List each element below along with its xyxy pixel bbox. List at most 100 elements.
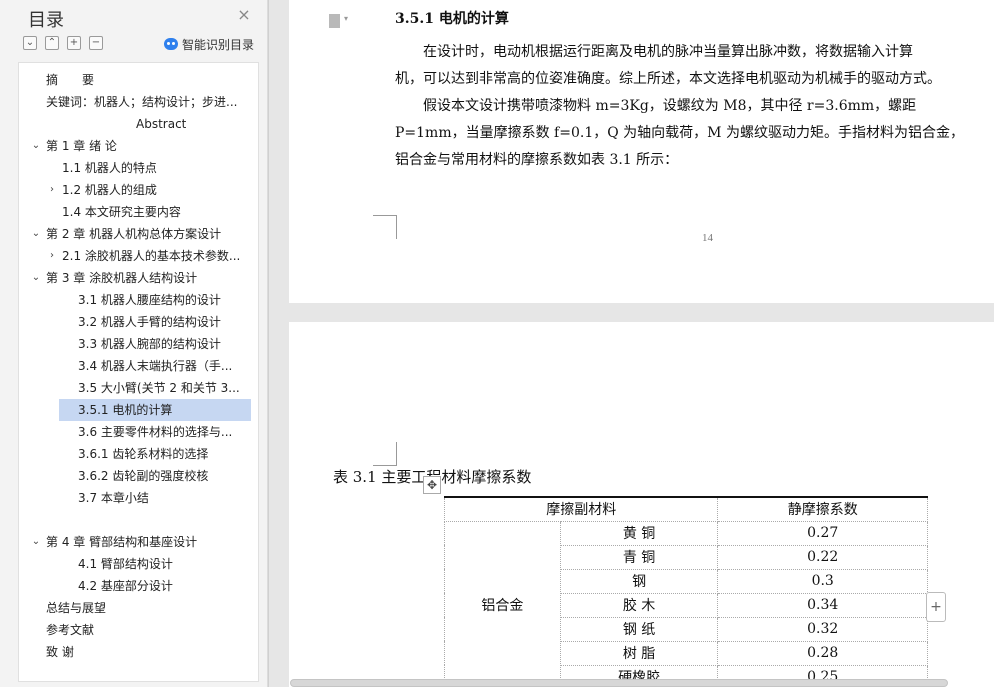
toc-item[interactable]: 3.6.2 齿轮副的强度校核: [19, 465, 258, 487]
toc-item-label: 3.5 大小臂(关节 2 和关节 3...: [78, 381, 240, 395]
table-move-icon[interactable]: ✥: [423, 476, 441, 494]
material-cell[interactable]: 钢: [559, 568, 719, 594]
toc-item-label: 3.4 机器人末端执行器（手...: [78, 359, 233, 373]
toc-item[interactable]: 3.4 机器人末端执行器（手...: [19, 355, 258, 377]
collapse-all-icon[interactable]: ⌄: [23, 36, 37, 50]
toc-item[interactable]: 4.1 臂部结构设计: [19, 553, 258, 575]
table-body: 铝合金黄 铜 0.27 青 铜 0.22 钢 0.3 胶 木 0.34 钢 纸 0.32 树 脂 0.…: [444, 520, 928, 687]
toc-item-label: 1.2 机器人的组成: [62, 183, 157, 197]
crop-mark: [373, 215, 397, 239]
page-number: 14: [702, 232, 713, 244]
toc-item-label: 参考文献: [46, 623, 95, 637]
coefficient-cell[interactable]: 0.3: [717, 568, 928, 594]
chevron-down-icon[interactable]: ⌄: [31, 531, 41, 553]
toc-item-label: 3.1 机器人腰座结构的设计: [78, 293, 221, 307]
toc-item-label: 1.4 本文研究主要内容: [62, 205, 181, 219]
toc-item[interactable]: 1.4 本文研究主要内容: [19, 201, 258, 223]
chevron-right-icon[interactable]: ›: [47, 179, 57, 201]
header-material[interactable]: 摩擦副材料: [443, 496, 719, 522]
toc-item-label: 3.3 机器人腕部的结构设计: [78, 337, 221, 351]
toc-item-label: 3.7 本章小结: [78, 491, 149, 505]
toc-item-label: 摘 要: [46, 73, 95, 87]
remove-heading-icon[interactable]: −: [89, 36, 103, 50]
toc-item[interactable]: ⌄ 第 1 章 绪 论: [19, 135, 258, 157]
toc-item[interactable]: 3.6 主要零件材料的选择与...: [19, 421, 258, 443]
toc-item[interactable]: 3.6.1 齿轮系材料的选择: [19, 443, 258, 465]
toc-item: [19, 509, 258, 531]
coefficient-cell[interactable]: 0.27: [717, 520, 928, 546]
toc-item[interactable]: 3.3 机器人腕部的结构设计: [19, 333, 258, 355]
ai-robot-icon: [164, 38, 178, 50]
toc-item[interactable]: 参考文献: [19, 619, 258, 641]
coefficient-cell[interactable]: 0.22: [717, 544, 928, 570]
toc-list: 摘 要关键词：机器人；结构设计；步进... Abstract ⌄ 第 1 章 绪 论 1…: [18, 62, 259, 682]
toc-item-label: 第 2 章 机器人机构总体方案设计: [46, 227, 222, 241]
toc-item-label: 总结与展望: [46, 601, 107, 615]
toc-item-label: Abstract: [136, 117, 187, 131]
toc-item-label: 1.1 机器人的特点: [62, 161, 157, 175]
toc-item[interactable]: 摘 要: [19, 69, 258, 91]
body-line-4: P=1mm，当量摩擦系数 f=0.1，Q 为轴向载荷，M 为螺纹驱动力矩。手指材…: [395, 125, 964, 141]
toc-item[interactable]: 3.7 本章小结: [19, 487, 258, 509]
add-heading-icon[interactable]: +: [67, 36, 81, 50]
toc-item-label: 关键词：机器人；结构设计；步进...: [46, 95, 238, 109]
crop-mark: [373, 442, 397, 466]
toc-item[interactable]: › 1.2 机器人的组成: [19, 179, 258, 201]
toc-item[interactable]: Abstract: [19, 113, 258, 135]
toc-item[interactable]: ⌄ 第 4 章 臂部结构和基座设计: [19, 531, 258, 553]
toc-item[interactable]: ⌄ 第 3 章 涂胶机器人结构设计: [19, 267, 258, 289]
toc-item[interactable]: 4.2 基座部分设计: [19, 575, 258, 597]
toc-item-label: 第 4 章 臂部结构和基座设计: [46, 535, 198, 549]
toc-item[interactable]: 总结与展望: [19, 597, 258, 619]
header-coefficient[interactable]: 静摩擦系数: [717, 496, 928, 522]
toc-item[interactable]: 1.1 机器人的特点: [19, 157, 258, 179]
coefficient-cell[interactable]: 0.34: [717, 592, 928, 618]
toc-item[interactable]: 3.1 机器人腰座结构的设计: [19, 289, 258, 311]
coefficient-cell[interactable]: 0.32: [717, 616, 928, 642]
expand-all-icon[interactable]: ⌃: [45, 36, 59, 50]
toc-item-label: 第 3 章 涂胶机器人结构设计: [46, 271, 198, 285]
toc-item-label: 3.2 机器人手臂的结构设计: [78, 315, 221, 329]
section-heading: 3.5.1 电机的计算: [395, 11, 509, 27]
body-line-3: 假设本文设计携带喷漆物料 m=3Kg，设螺纹为 M8，其中径 r=3.6mm，螺…: [395, 98, 917, 114]
toc-item-label: 3.6.1 齿轮系材料的选择: [78, 447, 209, 461]
chevron-down-icon[interactable]: ⌄: [31, 135, 41, 157]
table-row: 铝合金黄 铜 0.27: [444, 520, 928, 687]
group-cell[interactable]: 铝合金: [444, 520, 561, 687]
paragraph-menu-icon[interactable]: [329, 14, 348, 28]
toc-item-label: 4.2 基座部分设计: [78, 579, 173, 593]
page-14[interactable]: 3.5.1 电机的计算 在设计时，电动机根据运行距离及电机的脉冲当量算出脉冲数，…: [289, 0, 994, 303]
toc-item-label: 3.6.2 齿轮副的强度校核: [78, 469, 209, 483]
toc-item[interactable]: 3.5 大小臂(关节 2 和关节 3...: [19, 377, 258, 399]
close-icon[interactable]: ×: [236, 7, 252, 23]
toc-item[interactable]: 关键词：机器人；结构设计；步进...: [19, 91, 258, 113]
chevron-down-icon[interactable]: ⌄: [31, 223, 41, 245]
add-column-button[interactable]: +: [926, 592, 946, 622]
toc-sidebar: 目录 × ⌄ ⌃ + − 智能识别目录 摘 要关键词：机器人；结构设计；步进..…: [0, 0, 268, 687]
chevron-right-icon[interactable]: ›: [47, 245, 57, 267]
coefficient-cell[interactable]: 0.28: [717, 640, 928, 666]
material-cell[interactable]: 黄 铜: [559, 520, 719, 546]
material-cell[interactable]: 钢 纸: [559, 616, 719, 642]
table-header-row: 摩擦副材料 静摩擦系数: [443, 496, 928, 522]
horizontal-scrollbar[interactable]: [290, 679, 948, 687]
toc-item[interactable]: › 2.1 涂胶机器人的基本技术参数...: [19, 245, 258, 267]
body-line-1: 在设计时，电动机根据运行距离及电机的脉冲当量算出脉冲数，将数据输入计算: [395, 44, 913, 60]
toc-item-label: 致 谢: [46, 645, 74, 659]
material-cell[interactable]: 青 铜: [559, 544, 719, 570]
toc-item-label: 3.5.1 电机的计算: [78, 403, 173, 417]
smart-toc-button[interactable]: 智能识别目录: [164, 36, 254, 52]
toc-item[interactable]: 致 谢: [19, 641, 258, 663]
sidebar-title: 目录: [28, 10, 64, 31]
toc-item-label: 4.1 臂部结构设计: [78, 557, 173, 571]
toc-item[interactable]: 3.2 机器人手臂的结构设计: [19, 311, 258, 333]
toc-item[interactable]: 3.5.1 电机的计算: [19, 399, 258, 421]
toc-item-label: 2.1 涂胶机器人的基本技术参数...: [62, 249, 241, 263]
material-cell[interactable]: 树 脂: [559, 640, 719, 666]
material-cell[interactable]: 胶 木: [559, 592, 719, 618]
body-line-2: 机，可以达到非常高的位姿准确度。综上所述，本文选择电机驱动为机械手的驱动方式。: [395, 71, 941, 87]
toc-item-label: 第 1 章 绪 论: [46, 139, 117, 153]
toc-item[interactable]: ⌄ 第 2 章 机器人机构总体方案设计: [19, 223, 258, 245]
friction-table[interactable]: 摩擦副材料 静摩擦系数 铝合金黄 铜 0.27 青 铜 0.22 钢 0.3 胶 木 0.34…: [443, 496, 928, 687]
chevron-down-icon[interactable]: ⌄: [31, 267, 41, 289]
